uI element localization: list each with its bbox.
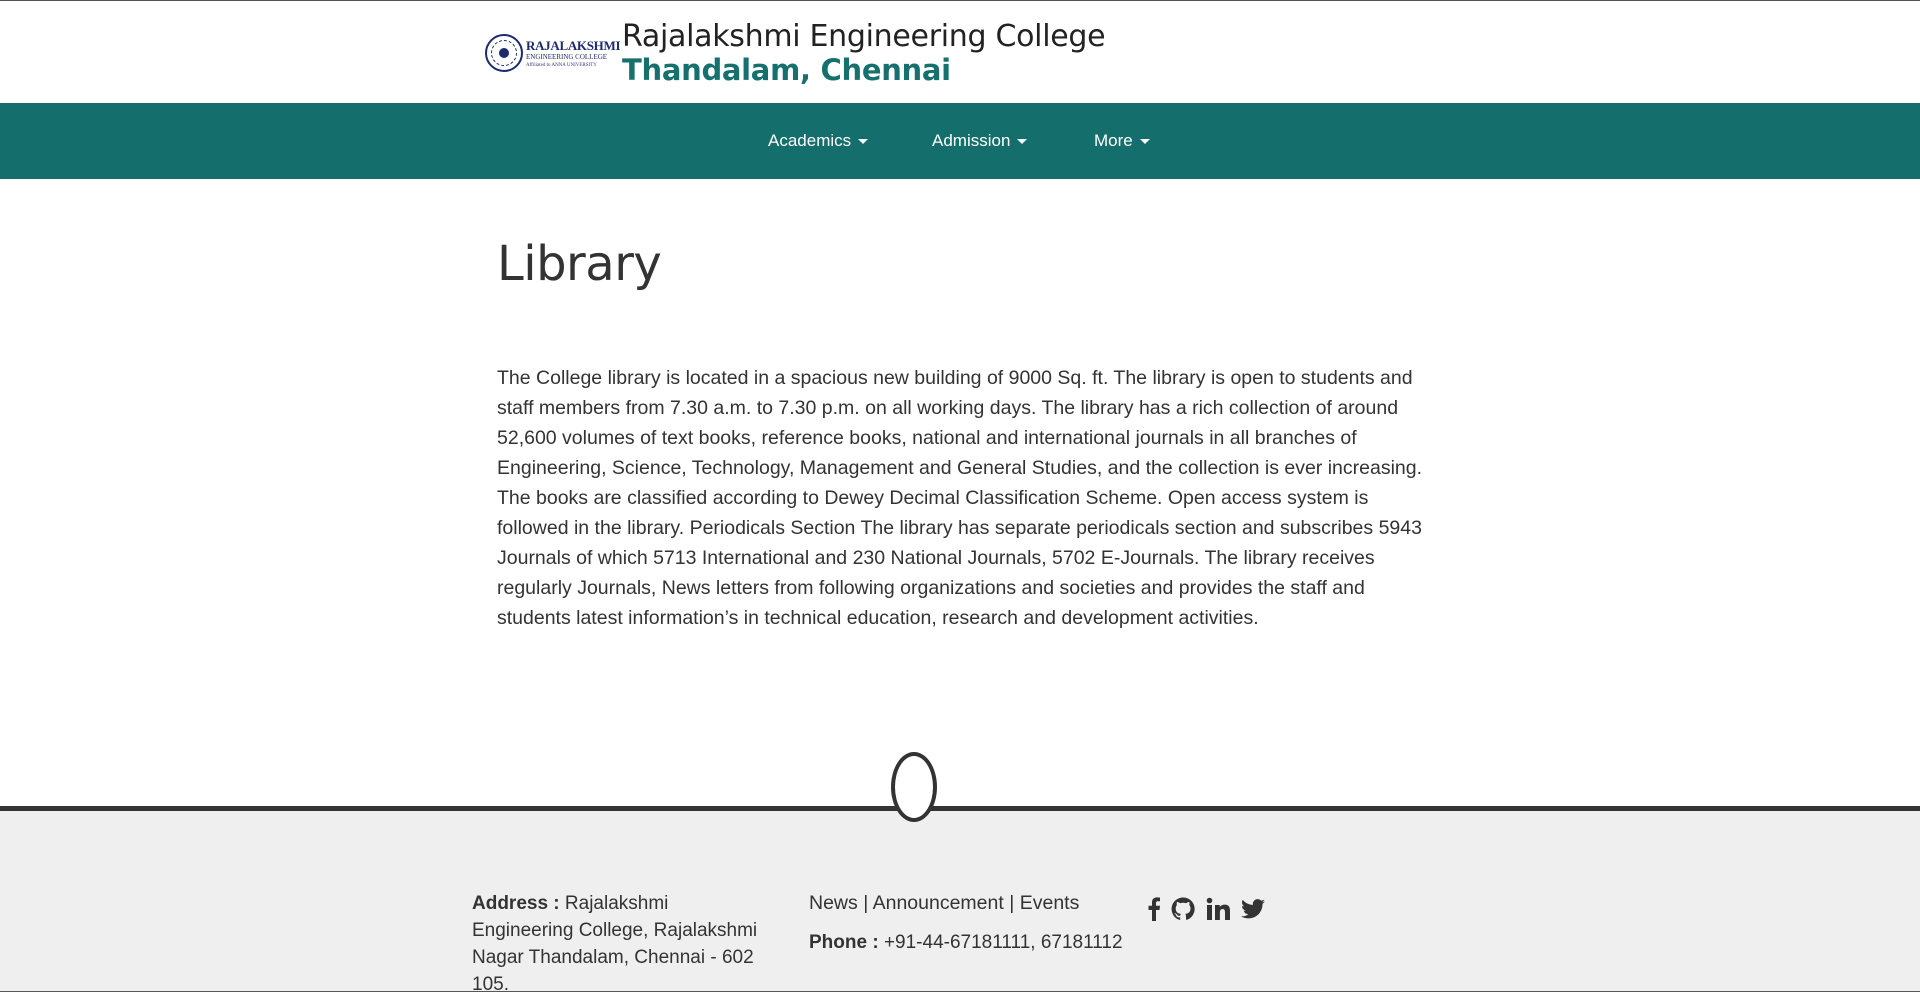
site-title[interactable]: Rajalakshmi Engineering College — [622, 19, 1106, 54]
footer-scroll-knob — [891, 752, 937, 822]
footer-link-news[interactable]: News — [809, 892, 858, 914]
nav-academics-dropdown[interactable]: Academics — [768, 103, 869, 179]
site-subtitle: Thandalam, Chennai — [622, 53, 951, 87]
twitter-icon[interactable] — [1241, 898, 1265, 920]
footer-links: News | Announcement | Events — [809, 890, 1079, 917]
main-nav: Academics Admission More — [0, 103, 1920, 179]
logo-wordmark: RAJALAKSHMI ENGINEERING COLLEGE Affiliat… — [526, 37, 621, 68]
caret-down-icon — [1139, 139, 1150, 145]
caret-down-icon — [1017, 139, 1028, 145]
college-logo[interactable]: RAJALAKSHMI ENGINEERING COLLEGE Affiliat… — [485, 31, 621, 75]
nav-admission-dropdown[interactable]: Admission — [932, 103, 1028, 179]
college-seal-icon — [485, 34, 523, 72]
linkedin-icon[interactable] — [1206, 897, 1230, 921]
logo-line1: RAJALAKSHMI — [526, 37, 621, 53]
footer-phone: Phone : +91-44-67181111, 67181112 — [809, 929, 1123, 956]
logo-line3: Affiliated to ANNA UNIVERSITY — [526, 62, 597, 68]
footer-address: Address : Rajalakshmi Engineering Colleg… — [472, 890, 772, 998]
github-icon[interactable] — [1171, 897, 1195, 921]
social-links — [1148, 895, 1276, 923]
site-footer: Address : Rajalakshmi Engineering Colleg… — [0, 806, 1920, 995]
phone-label: Phone : — [809, 932, 879, 953]
nav-more-label: More — [1094, 131, 1133, 150]
logo-line2: ENGINEERING COLLEGE — [526, 52, 608, 61]
caret-down-icon — [858, 139, 869, 145]
site-header: RAJALAKSHMI ENGINEERING COLLEGE Affiliat… — [0, 1, 1920, 103]
footer-link-events[interactable]: Events — [1020, 892, 1080, 914]
nav-academics-label: Academics — [768, 131, 852, 150]
phone-value: +91-44-67181111, 67181112 — [883, 932, 1123, 953]
nav-more-dropdown[interactable]: More — [1094, 103, 1150, 179]
link-separator: | — [863, 892, 869, 914]
library-description: The College library is located in a spac… — [497, 367, 1423, 629]
address-label: Address : — [472, 893, 560, 914]
facebook-icon[interactable] — [1148, 897, 1160, 921]
footer-link-announcement[interactable]: Announcement — [873, 892, 1004, 914]
link-separator: | — [1009, 892, 1015, 914]
page-title: Library — [497, 236, 662, 292]
nav-admission-label: Admission — [932, 131, 1011, 150]
